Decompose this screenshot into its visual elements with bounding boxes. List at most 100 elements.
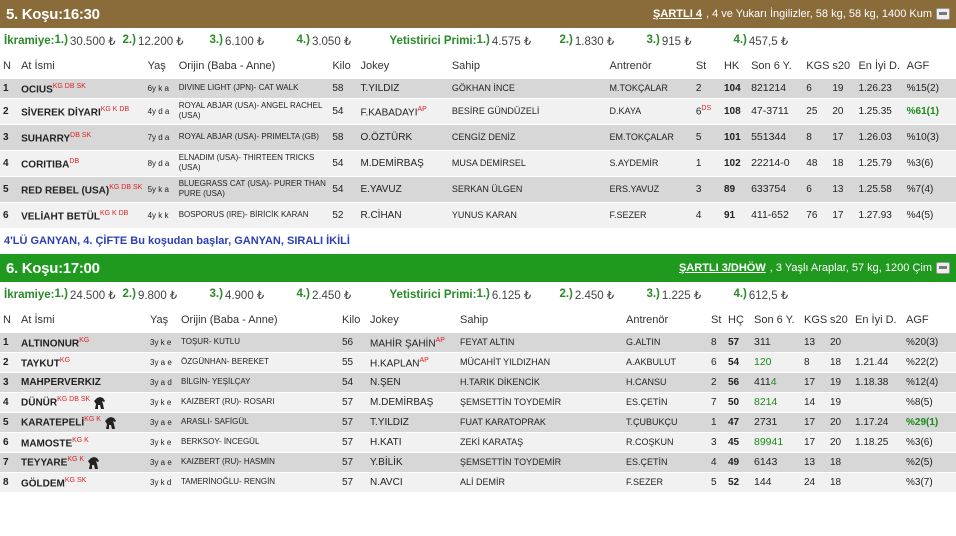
column-header[interactable]: At İsmi	[18, 308, 147, 332]
jockey-name[interactable]: H.KAPLANAP	[367, 351, 457, 372]
prize-amount: 3.050 ₺	[311, 36, 352, 48]
column-header[interactable]: Sahip	[448, 54, 607, 78]
column-header[interactable]: s20	[827, 308, 852, 332]
column-header[interactable]: Yaş	[147, 308, 178, 332]
horse-name[interactable]: GÖLDEMKG SK	[18, 471, 147, 492]
horse-name[interactable]: OCIUSKG DB SK	[18, 77, 145, 98]
horse-name[interactable]: VELİAHT BETÜLKG K DB	[18, 201, 145, 228]
jockey-name[interactable]: R.CİHAN	[357, 201, 449, 228]
table-row[interactable]: 1 OCIUSKG DB SK 6y k a DIVINE LIGHT (JPN)- …	[0, 77, 956, 98]
table-row[interactable]: 3 MAHPERVERKIZ 3y a d BİLGİN- YEŞİLÇAY 54 N.Ş…	[0, 371, 956, 392]
column-header[interactable]: Sahip	[457, 308, 623, 332]
column-header[interactable]: Jokey	[357, 54, 449, 78]
owner-name: ZEKİ KARATAŞ	[457, 431, 623, 452]
column-header[interactable]: At İsmi	[18, 54, 145, 78]
last-result-highlight: 120	[754, 356, 772, 368]
prize-label: İkramiye:	[4, 289, 55, 301]
column-header[interactable]: Orijin (Baba - Anne)	[178, 308, 339, 332]
table-row[interactable]: 8 GÖLDEMKG SK 3y k d TAMERİNOĞLU- RENGİN 57 N…	[0, 471, 956, 492]
days-since-race: 8	[801, 351, 827, 372]
jockey-name[interactable]: T.YILDIZ	[357, 77, 449, 98]
horse-name[interactable]: TAYKUTKG	[18, 351, 147, 372]
column-header[interactable]: En İyi D.	[855, 54, 904, 78]
prize-rank: 4.)	[296, 288, 310, 300]
horse-origin: DIVINE LIGHT (JPN)- CAT WALK	[175, 77, 330, 98]
horse-name[interactable]: MAHPERVERKIZ	[18, 371, 147, 392]
column-header[interactable]: KGS	[801, 308, 827, 332]
jockey-name[interactable]: MAHİR ŞAHİNAP	[367, 331, 457, 352]
table-row[interactable]: 7 TEYYAREKG K 3y a e KAIZBERT (RU)- HASMİN 5…	[0, 451, 956, 472]
column-header[interactable]: KGS	[803, 54, 830, 78]
column-header[interactable]: Kilo	[339, 308, 367, 332]
table-row[interactable]: 3 SUHARRYDB SK 7y d a ROYAL ABJAR (USA)- PR…	[0, 123, 956, 150]
column-header[interactable]: Antrenör	[606, 54, 693, 78]
horse-name[interactable]: SUHARRYDB SK	[18, 123, 145, 150]
race-6-prizes: İkramiye: 1.) 24.500 ₺ 2.) 9.800 ₺ 3.) 4.900 ₺…	[0, 282, 956, 308]
jockey-name[interactable]: M.DEMİRBAŞ	[357, 149, 449, 176]
jockey-name[interactable]: T.YILDIZ	[367, 411, 457, 432]
column-header[interactable]: AGF	[903, 54, 956, 78]
column-header[interactable]: N	[0, 308, 18, 332]
table-row[interactable]: 5 KARATEPELİKG K 3y a e ARASLI- SAFİGÜL 57 T.…	[0, 411, 956, 432]
breeder-prize-1: 1.) 6.125 ₺	[476, 288, 559, 302]
race-5-condition-link[interactable]: ŞARTLI 4	[653, 8, 702, 20]
jockey-name[interactable]: N.AVCI	[367, 471, 457, 492]
column-header[interactable]: Orijin (Baba - Anne)	[175, 54, 330, 78]
column-header[interactable]: HÇ	[725, 308, 751, 332]
table-row[interactable]: 6 VELİAHT BETÜLKG K DB 4y k k BOSPORUS (IRE…	[0, 201, 956, 228]
jockey-name[interactable]: F.KABADAYIAP	[357, 97, 449, 124]
jockey-name[interactable]: N.ŞEN	[367, 371, 457, 392]
race-5-bet-note: 4'LÜ GANYAN, 4. ÇİFTE Bu koşudan başlar,…	[4, 235, 350, 247]
column-header[interactable]: Jokey	[367, 308, 457, 332]
column-header[interactable]: Son 6 Y.	[748, 54, 804, 78]
column-header[interactable]: En İyi D.	[852, 308, 903, 332]
trainer-name: ES.ÇETİN	[623, 451, 708, 472]
column-header[interactable]: Antrenör	[623, 308, 708, 332]
horse-age: 5y k a	[144, 175, 176, 202]
column-header[interactable]: St	[692, 54, 721, 78]
table-row[interactable]: 4 DÜNÜRKG DB SK 3y k e KAIZBERT (RU)- ROSAR…	[0, 391, 956, 412]
jockey-name[interactable]: O.ÖZTÜRK	[357, 123, 449, 150]
horse-name[interactable]: KARATEPELİKG K	[18, 411, 147, 432]
table-row[interactable]: 6 MAMOSTEKG K 3y k e BERKSOY- İNCEGÜL 57 H.KA…	[0, 431, 956, 452]
jockey-name[interactable]: H.KATI	[367, 431, 457, 452]
prize-amount: 1.830 ₺	[574, 36, 615, 48]
horse-name[interactable]: MAMOSTEKG K	[18, 431, 147, 452]
horse-name[interactable]: CORITIBADB	[18, 149, 145, 176]
print-icon[interactable]	[936, 262, 950, 274]
trainer-name: EM.TOKÇALAR	[606, 123, 693, 150]
horse-age: 3y k d	[147, 471, 178, 492]
column-header[interactable]: Kilo	[329, 54, 358, 78]
horse-name[interactable]: RED REBEL (USA)KG DB SK	[18, 175, 145, 202]
start-position: 3	[692, 175, 721, 202]
print-icon[interactable]	[936, 8, 950, 20]
horse-name[interactable]: ALTINONURKG	[18, 331, 147, 352]
column-header[interactable]: Yaş	[144, 54, 176, 78]
prize-rank: 2.)	[559, 288, 573, 300]
column-header[interactable]: AGF	[903, 308, 956, 332]
column-header[interactable]: HK	[720, 54, 749, 78]
agf-value: %3(7)	[903, 471, 956, 492]
horse-name[interactable]: SİVEREK DİYARIKG K DB	[18, 97, 145, 124]
horse-weight: 58	[329, 77, 358, 98]
jockey-name[interactable]: E.YAVUZ	[357, 175, 449, 202]
best-time: 1.17.24	[852, 411, 903, 432]
jockey-name[interactable]: M.DEMİRBAŞ	[367, 391, 457, 412]
table-row[interactable]: 2 SİVEREK DİYARIKG K DB 4y d a ROYAL ABJAR …	[0, 97, 956, 124]
table-row[interactable]: 4 CORITIBADB 8y d a ELNADIM (USA)- THIRTEEN…	[0, 149, 956, 176]
column-header[interactable]: Son 6 Y.	[751, 308, 801, 332]
table-row[interactable]: 2 TAYKUTKG 3y a e ÖZGÜNHAN- BEREKET 55 H.KAPL…	[0, 351, 956, 372]
race-6-condition-link[interactable]: ŞARTLI 3/DHÖW	[679, 262, 766, 274]
days-since-race: 76	[803, 201, 830, 228]
column-header[interactable]: St	[708, 308, 725, 332]
table-row[interactable]: 5 RED REBEL (USA)KG DB SK 5y k a BLUEGRASS …	[0, 175, 956, 202]
jockey-name[interactable]: Y.BİLİK	[367, 451, 457, 472]
horse-name[interactable]: DÜNÜRKG DB SK	[18, 391, 147, 412]
table-row[interactable]: 1 ALTINONURKG 3y k e TOŞUR- KUTLU 56 MAHİR ŞA…	[0, 331, 956, 352]
breeder-prize-1: 1.) 4.575 ₺	[476, 34, 559, 48]
horse-weight: 54	[329, 175, 358, 202]
column-header[interactable]: N	[0, 54, 19, 78]
column-header[interactable]: s20	[829, 54, 856, 78]
horse-name[interactable]: TEYYAREKG K	[18, 451, 147, 472]
handicap: 102	[720, 149, 749, 176]
